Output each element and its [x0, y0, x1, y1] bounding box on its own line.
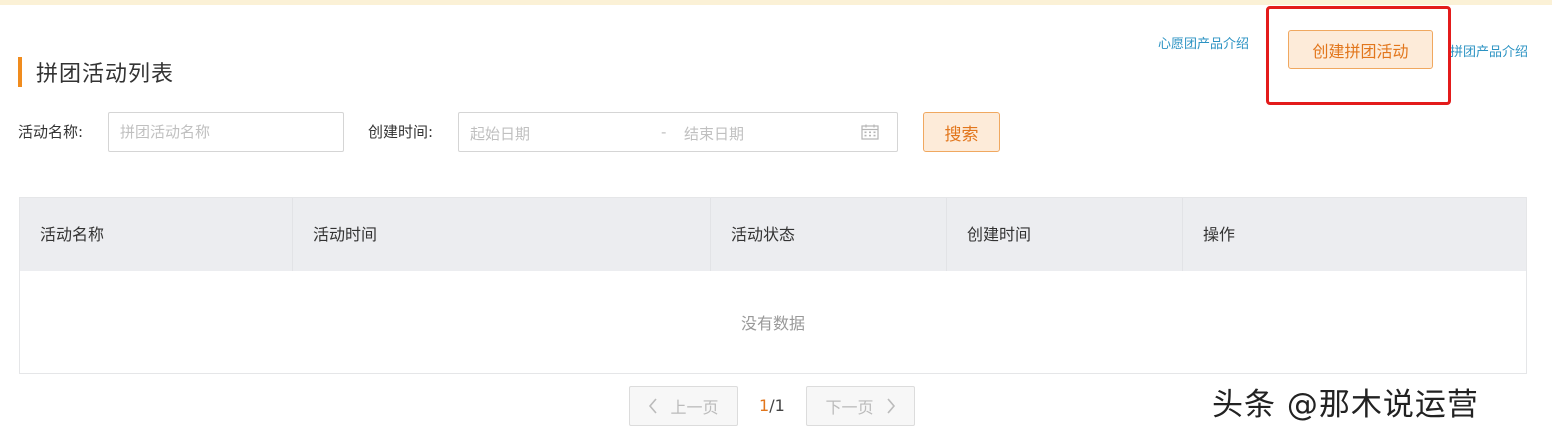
calendar-icon[interactable] [861, 124, 879, 140]
activity-name-label: 活动名称: [18, 123, 84, 141]
date-range-picker[interactable]: 起始日期 - 结束日期 [458, 112, 898, 152]
date-separator: - [661, 123, 667, 141]
page-indicator: 1/1 [759, 396, 785, 415]
column-header-actions: 操作 [1203, 225, 1236, 244]
top-notice-bar [0, 0, 1552, 5]
highlight-annotation-box [1266, 6, 1451, 105]
prev-page-button[interactable]: 上一页 [629, 386, 738, 426]
chevron-left-icon [649, 398, 658, 414]
activity-table: 活动名称 活动时间 活动状态 创建时间 操作 没有数据 [19, 197, 1527, 374]
start-date-input[interactable]: 起始日期 [470, 123, 530, 144]
chevron-right-icon [886, 398, 895, 414]
current-page: 1 [759, 396, 770, 415]
page-header: 拼团活动列表 [18, 57, 174, 87]
column-header-create-time: 创建时间 [947, 198, 1183, 271]
column-header-activity-time: 活动时间 [293, 198, 711, 271]
create-time-label: 创建时间: [368, 123, 434, 141]
page-title: 拼团活动列表 [36, 62, 175, 87]
search-button[interactable]: 搜索 [923, 112, 1000, 152]
prev-page-label: 上一页 [670, 398, 719, 417]
next-page-label: 下一页 [825, 398, 874, 417]
group-intro-link[interactable]: 拼团产品介绍 [1450, 41, 1528, 60]
next-page-button[interactable]: 下一页 [806, 386, 915, 426]
watermark: 头条 @那木说运营 [1212, 387, 1479, 423]
activity-name-input[interactable] [108, 112, 344, 152]
wish-group-intro-link[interactable]: 心愿团产品介绍 [1158, 33, 1249, 52]
total-pages: 1 [774, 396, 785, 415]
column-header-activity-name: 活动名称 [20, 198, 293, 271]
end-date-input[interactable]: 结束日期 [684, 123, 744, 144]
table-header: 活动名称 活动时间 活动状态 创建时间 操作 [20, 198, 1526, 271]
title-accent-bar [18, 57, 22, 87]
empty-state-text: 没有数据 [740, 314, 805, 333]
column-header-activity-status: 活动状态 [711, 198, 947, 271]
